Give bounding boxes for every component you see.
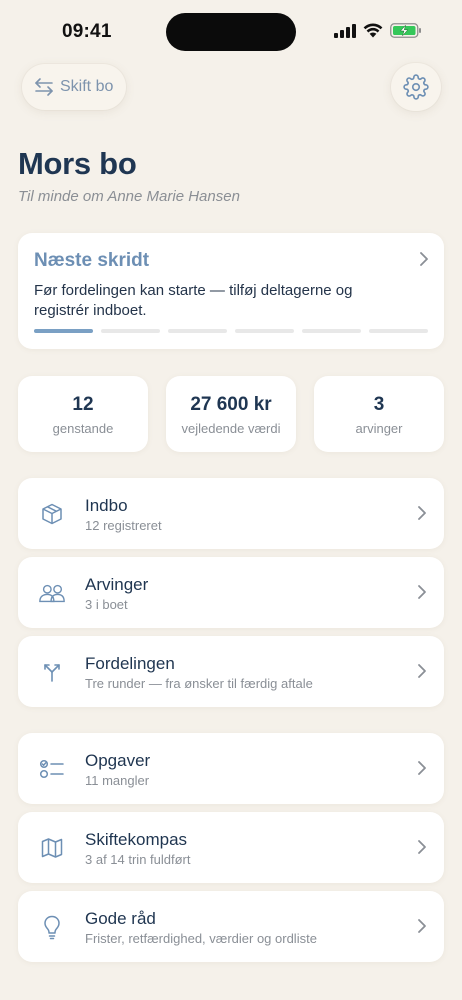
menu-item-subtitle: Frister, retfærdighed, værdier og ordlis… [85,931,317,946]
menu-item-opgaver[interactable]: Opgaver 11 mangler [18,733,444,804]
people-icon [38,579,66,607]
status-time: 09:41 [62,21,112,42]
box-icon [38,500,66,528]
menu-item-title: Fordelingen [85,654,175,673]
switch-estate-button[interactable]: Skift bo [22,64,126,110]
menu-item-subtitle: Tre runder — fra ønsker til færdig aftal… [85,676,313,691]
swap-arrows-icon [35,78,53,96]
chevron-right-icon [418,664,426,678]
progress-segment [369,329,428,333]
menu-item-gode-raad[interactable]: Gode råd Frister, retfærdighed, værdier … [18,891,444,962]
next-step-description: Før fordelingen kan starte — tilføj delt… [34,282,353,319]
page-subtitle: Til minde om Anne Marie Hansen [18,188,240,205]
cellular-signal-icon [334,23,356,38]
settings-button[interactable] [391,63,441,111]
stat-card-items: 12 genstande [18,376,148,452]
progress-segment [168,329,227,333]
menu-item-subtitle: 12 registreret [85,518,162,533]
menu-item-title: Gode råd [85,909,156,928]
lightbulb-icon [38,913,66,941]
next-step-title: Næste skridt [34,250,150,271]
menu-item-skiftekompas[interactable]: Skiftekompas 3 af 14 trin fuldført [18,812,444,883]
stat-value: 27 600 kr [190,394,272,415]
menu-item-arvinger[interactable]: Arvinger 3 i boet [18,557,444,628]
status-icons [334,23,422,38]
progress-segment [302,329,361,333]
chevron-right-icon [420,252,428,266]
chevron-right-icon [418,506,426,520]
next-step-card[interactable]: Næste skridt Før fordelingen kan starte … [18,233,444,349]
chevron-right-icon [418,761,426,775]
dynamic-island [166,13,296,51]
stat-card-heirs: 3 arvinger [314,376,444,452]
progress-segment [34,329,93,333]
stat-label: genstande [52,421,114,436]
menu-item-indbo[interactable]: Indbo 12 registreret [18,478,444,549]
gear-icon [403,74,429,100]
chevron-right-icon [418,840,426,854]
stat-label: vejledende værdi [181,421,281,436]
chevron-right-icon [418,919,426,933]
stat-value: 12 [72,394,94,415]
switch-estate-label: Skift bo [60,78,114,95]
menu-item-subtitle: 3 af 14 trin fuldført [85,852,191,867]
checklist-icon [38,755,66,783]
chevron-right-icon [418,585,426,599]
progress-segment [235,329,294,333]
stat-value: 3 [373,394,385,415]
menu-item-title: Opgaver [85,751,151,770]
menu-item-subtitle: 11 mangler [85,773,150,788]
wifi-icon [363,23,383,38]
menu-item-fordelingen[interactable]: Fordelingen Tre runder — fra ønsker til … [18,636,444,707]
menu-item-subtitle: 3 i boet [85,597,128,612]
next-step-progress [34,329,428,333]
menu-item-title: Indbo [85,496,128,515]
battery-charging-icon [390,23,421,38]
stat-card-value: 27 600 kr vejledende værdi [166,376,296,452]
stat-label: arvinger [355,421,403,436]
menu-item-title: Skiftekompas [85,830,188,849]
progress-segment [101,329,160,333]
status-bar: 09:41 [0,0,462,62]
split-arrow-icon [38,658,66,686]
map-icon [38,834,66,862]
menu-item-title: Arvinger [85,575,149,594]
page-title: Mors bo [18,146,137,181]
